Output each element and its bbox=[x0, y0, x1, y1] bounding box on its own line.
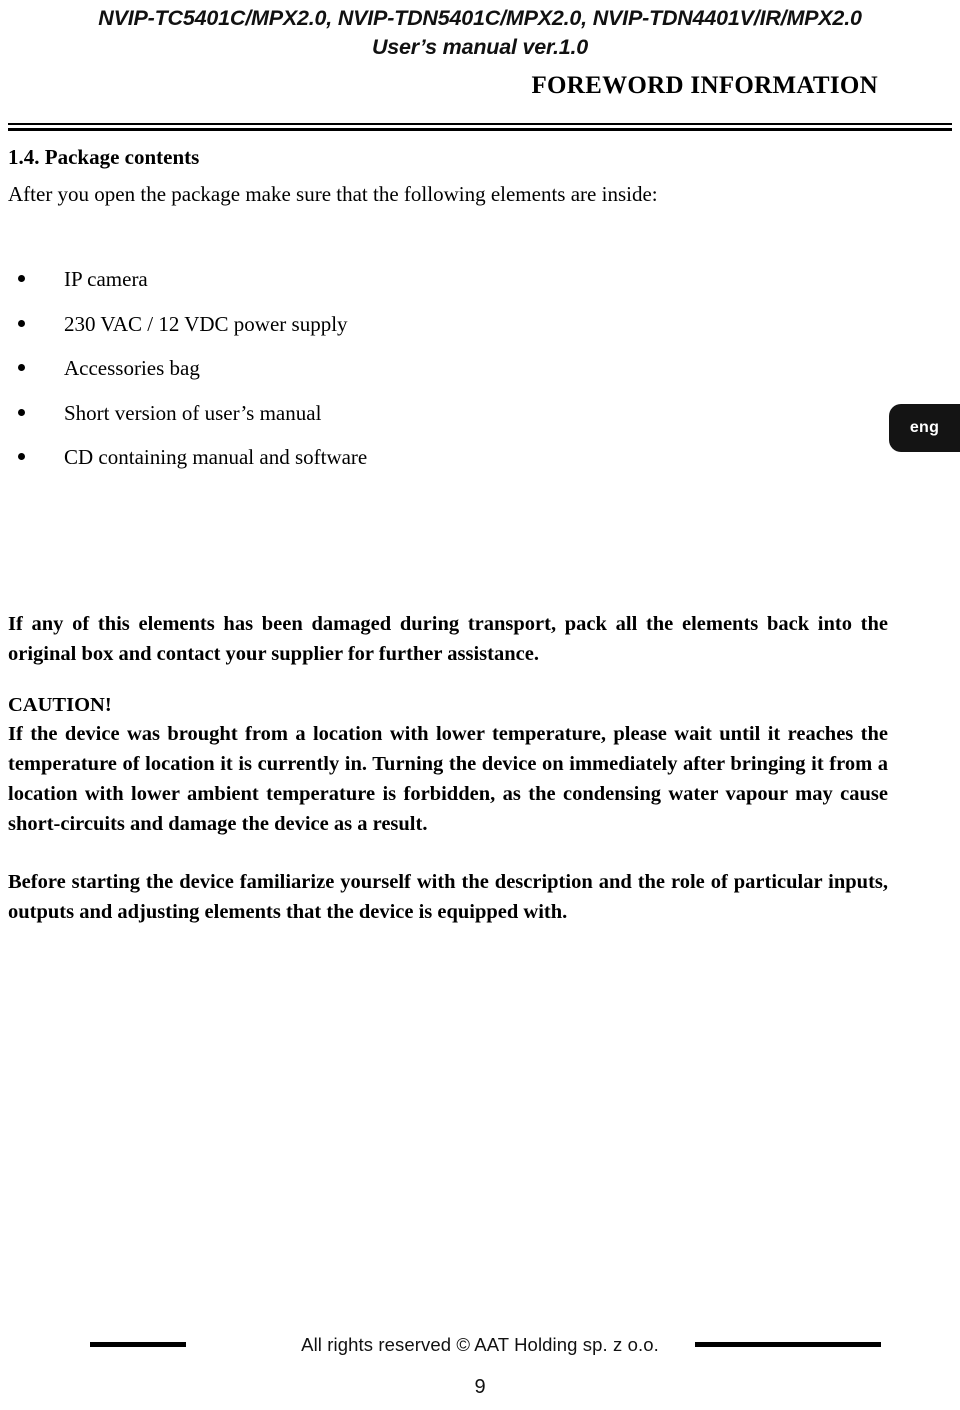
caution-paragraph: If the device was brought from a locatio… bbox=[8, 723, 888, 835]
list-item-label: Short version of user’s manual bbox=[64, 400, 322, 425]
section-intro-text: After you open the package make sure tha… bbox=[8, 182, 658, 206]
list-item-label: CD containing manual and software bbox=[64, 445, 368, 469]
list-item: CD containing manual and software bbox=[8, 444, 888, 470]
page-footer: All rights reserved © AAT Holding sp. z … bbox=[0, 1330, 960, 1410]
header-divider bbox=[8, 123, 952, 131]
running-header: NVIP-TC5401C/MPX2.0, NVIP-TDN5401C/MPX2.… bbox=[0, 4, 960, 62]
bullet-icon bbox=[18, 275, 25, 282]
bullet-icon bbox=[18, 364, 25, 371]
bullet-icon bbox=[18, 408, 25, 416]
list-item: IP camera bbox=[8, 266, 888, 292]
header-models-line: NVIP-TC5401C/MPX2.0, NVIP-TDN5401C/MPX2.… bbox=[98, 6, 862, 30]
list-item-label: Accessories bag bbox=[64, 356, 200, 380]
page-number: 9 bbox=[474, 1376, 486, 1398]
damaged-elements-paragraph: If any of this elements has been damaged… bbox=[8, 613, 888, 665]
header-divider-line-bottom bbox=[8, 128, 952, 131]
chapter-title: FOREWORD INFORMATION bbox=[531, 72, 878, 99]
section-heading: 1.4. Package contents bbox=[8, 145, 200, 169]
header-manual-line: User’s manual ver.1.0 bbox=[371, 35, 589, 59]
package-contents-list: IP camera 230 VAC / 12 VDC power supply … bbox=[8, 266, 888, 470]
caution-label: CAUTION! bbox=[8, 694, 112, 716]
footer-copyright: All rights reserved © AAT Holding sp. z … bbox=[301, 1334, 659, 1355]
header-divider-line-top bbox=[8, 123, 952, 125]
language-tab-eng: eng bbox=[889, 404, 960, 452]
document-page: NVIP-TC5401C/MPX2.0, NVIP-TDN5401C/MPX2.… bbox=[0, 0, 960, 1410]
bullet-icon bbox=[18, 453, 25, 460]
list-item: Short version of user’s manual bbox=[8, 400, 888, 426]
notes-block: If any of this elements has been damaged… bbox=[8, 609, 888, 927]
list-item: Accessories bag bbox=[8, 355, 888, 381]
section-content: 1.4. Package contents After you open the… bbox=[8, 144, 888, 489]
before-starting-paragraph: Before starting the device familiarize y… bbox=[8, 871, 888, 923]
list-item-label: IP camera bbox=[64, 267, 148, 291]
list-item-label: 230 VAC / 12 VDC power supply bbox=[64, 311, 348, 336]
bullet-icon bbox=[18, 319, 25, 327]
language-tab-label: eng bbox=[909, 419, 940, 436]
list-item: 230 VAC / 12 VDC power supply bbox=[8, 311, 888, 337]
